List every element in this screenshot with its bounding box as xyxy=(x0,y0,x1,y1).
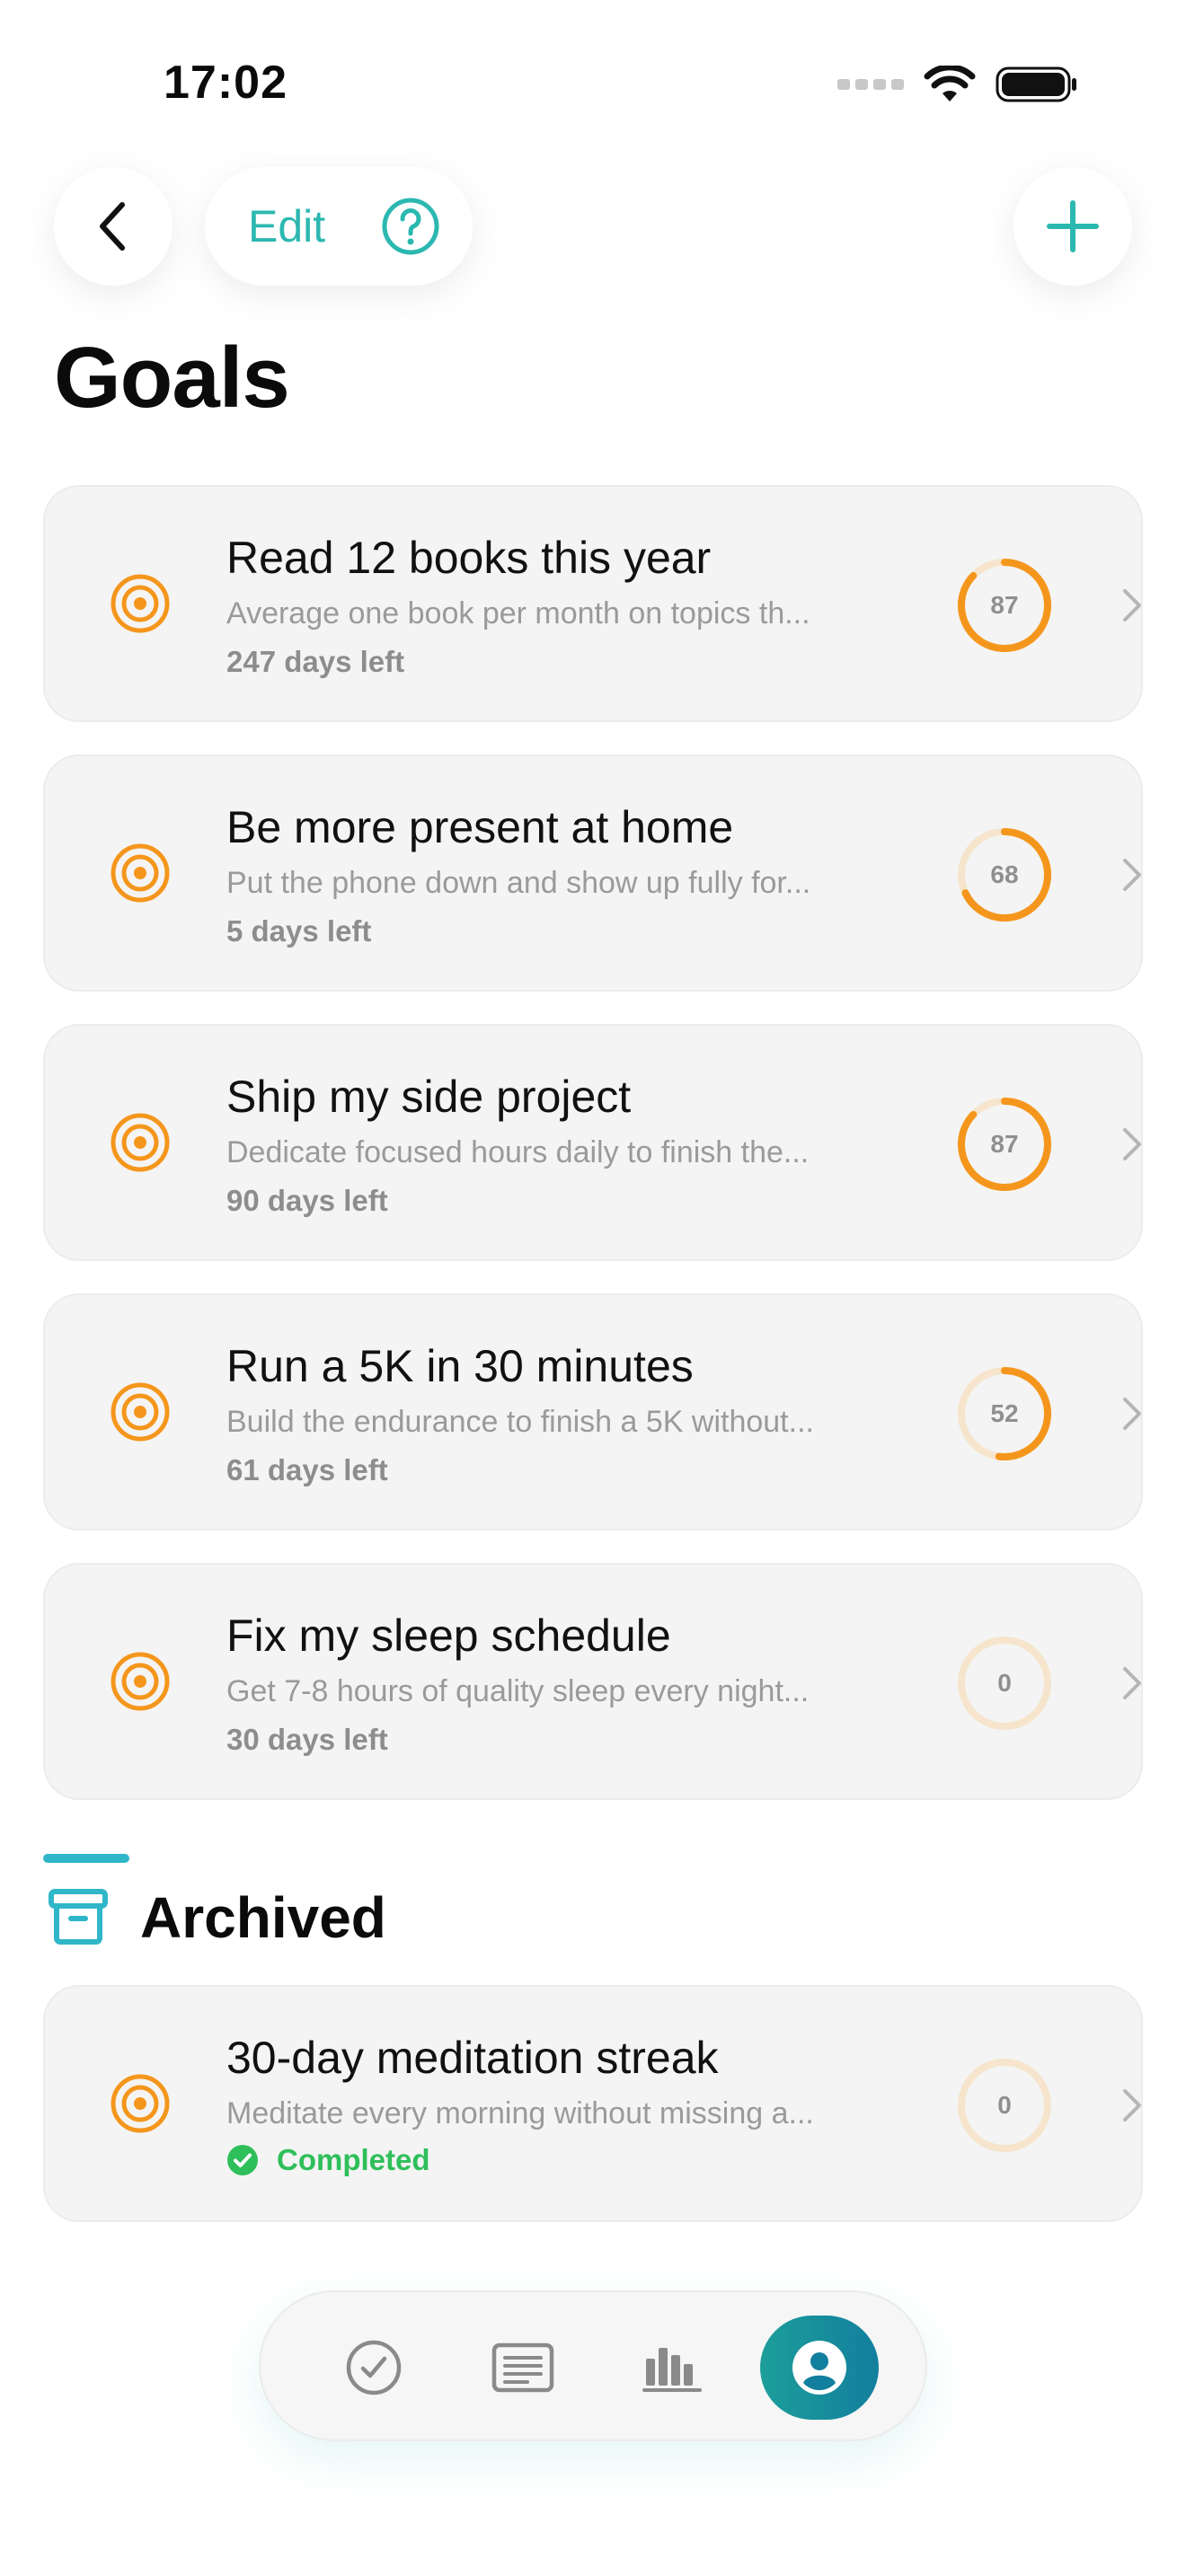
progress-value: 87 xyxy=(990,591,1019,619)
target-icon xyxy=(111,1113,170,1172)
add-goal-button[interactable] xyxy=(1013,167,1132,286)
goal-days-left: 5 days left xyxy=(226,914,372,948)
target-icon xyxy=(111,1382,170,1442)
battery-icon xyxy=(996,66,1076,102)
wifi-icon xyxy=(924,66,976,101)
tab-profile[interactable] xyxy=(760,2316,879,2420)
goal-days-left: 61 days left xyxy=(226,1453,388,1486)
edit-button[interactable]: Edit xyxy=(248,200,325,252)
goal-title: Be more present at home xyxy=(226,802,734,852)
tab-tasks[interactable] xyxy=(322,2316,426,2420)
goal-days-left: 247 days left xyxy=(226,645,405,678)
goal-title: Read 12 books this year xyxy=(226,533,712,583)
progress-value: 68 xyxy=(990,860,1019,888)
goal-description: Put the phone down and show up fully for… xyxy=(226,866,811,900)
goal-description: Build the endurance to finish a 5K witho… xyxy=(226,1405,814,1439)
goal-card[interactable]: Be more present at home Put the phone do… xyxy=(43,754,1143,992)
completed-label: Completed xyxy=(277,2143,430,2176)
chevron-left-icon xyxy=(100,202,125,251)
chevron-right-icon xyxy=(1123,1128,1141,1160)
goal-title: Fix my sleep schedule xyxy=(226,1610,671,1661)
status-icons xyxy=(837,65,1078,104)
target-icon xyxy=(111,843,170,903)
list-icon xyxy=(491,2342,554,2393)
goal-title: Ship my side project xyxy=(226,1072,632,1122)
archived-goal-card[interactable]: 30-day meditation streak Meditate every … xyxy=(43,1985,1143,2222)
back-button[interactable] xyxy=(54,167,173,286)
page-title: Goals xyxy=(54,330,290,426)
goal-description: Get 7-8 hours of quality sleep every nig… xyxy=(226,1674,810,1708)
profile-icon xyxy=(792,2341,846,2395)
status-time: 17:02 xyxy=(164,57,288,109)
bottom-tab-bar xyxy=(259,2290,927,2441)
chevron-right-icon xyxy=(1123,859,1141,891)
progress-value: 52 xyxy=(990,1399,1019,1427)
progress-value: 0 xyxy=(997,1669,1012,1697)
help-icon[interactable] xyxy=(381,197,440,256)
goal-title: 30-day meditation streak xyxy=(226,2033,719,2083)
plus-icon xyxy=(1047,200,1099,252)
goal-card[interactable]: Read 12 books this year Average one book… xyxy=(43,485,1143,722)
progress-value: 0 xyxy=(997,2091,1012,2119)
chevron-right-icon xyxy=(1123,2089,1141,2122)
completed-status: Completed xyxy=(226,2143,430,2177)
archive-box-icon xyxy=(49,1889,108,1945)
archived-section-indicator xyxy=(43,1854,129,1863)
target-icon xyxy=(111,2074,170,2133)
target-icon xyxy=(111,1652,170,1711)
target-icon xyxy=(111,574,170,633)
goal-card[interactable]: Run a 5K in 30 minutes Build the enduran… xyxy=(43,1293,1143,1531)
checkmark-circle-icon xyxy=(346,2340,402,2395)
goal-description: Dedicate focused hours daily to finish t… xyxy=(226,1135,810,1169)
chevron-right-icon xyxy=(1123,1398,1141,1430)
archived-section-title: Archived xyxy=(140,1885,386,1950)
edit-help-pill: Edit xyxy=(205,167,473,286)
cellular-signal-icon xyxy=(837,79,904,90)
chevron-right-icon xyxy=(1123,589,1141,622)
progress-value: 87 xyxy=(990,1130,1019,1158)
tab-journal[interactable] xyxy=(471,2316,575,2420)
tab-stats[interactable] xyxy=(620,2316,724,2420)
goal-title: Run a 5K in 30 minutes xyxy=(226,1341,694,1391)
goal-days-left: 90 days left xyxy=(226,1184,388,1217)
goal-card[interactable]: Fix my sleep schedule Get 7-8 hours of q… xyxy=(43,1563,1143,1800)
bar-chart-icon xyxy=(642,2348,702,2392)
goal-description: Average one book per month on topics th.… xyxy=(226,596,810,631)
chevron-right-icon xyxy=(1123,1667,1141,1699)
goal-description: Meditate every morning without missing a… xyxy=(226,2096,814,2130)
check-circle-icon xyxy=(227,2145,258,2175)
goal-card[interactable]: Ship my side project Dedicate focused ho… xyxy=(43,1024,1143,1261)
goal-days-left: 30 days left xyxy=(226,1723,388,1756)
